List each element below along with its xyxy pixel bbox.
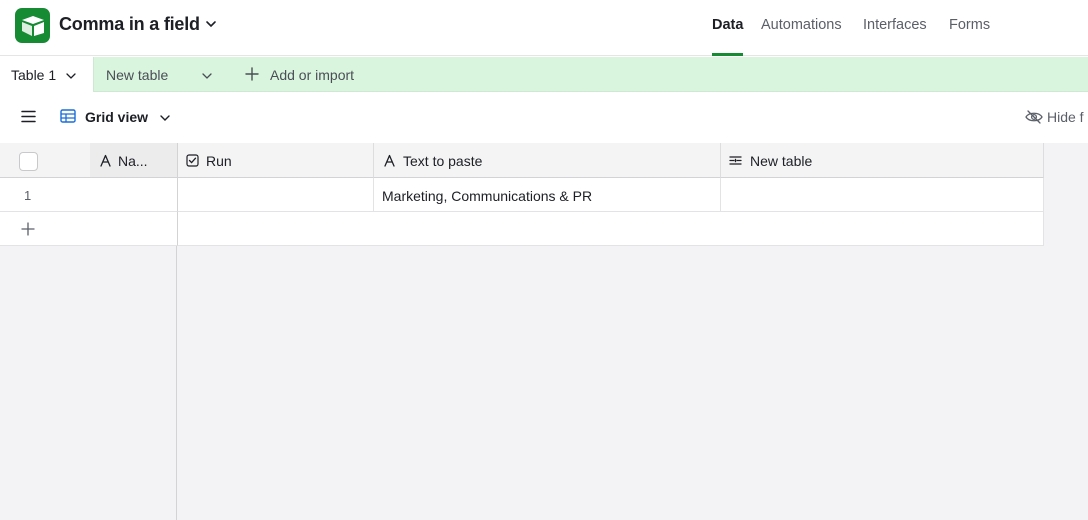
text-type-icon: [383, 154, 396, 167]
top-header: Comma in a field Data Automations Interf…: [0, 0, 1088, 56]
active-nav-indicator: [712, 53, 743, 56]
table-cell[interactable]: [178, 178, 374, 212]
hide-fields-button[interactable]: Hide f: [1047, 109, 1084, 125]
select-all-header: [0, 143, 90, 178]
plus-icon: [21, 222, 35, 236]
nav-data[interactable]: Data: [712, 17, 743, 33]
chevron-down-icon[interactable]: [159, 112, 171, 124]
column-header-label: Text to paste: [403, 153, 483, 169]
row-number-cell[interactable]: 1: [0, 178, 90, 212]
view-bar: Grid view Hide f: [0, 93, 1088, 143]
chevron-down-icon[interactable]: [65, 70, 77, 82]
table-cell[interactable]: Marketing, Communications & PR: [374, 178, 721, 212]
airtable-logo-icon[interactable]: [15, 8, 50, 43]
column-header-name[interactable]: Na...: [90, 143, 178, 178]
tab-new-table[interactable]: New table: [106, 67, 168, 83]
row-number: 1: [24, 188, 32, 203]
nav-interfaces[interactable]: Interfaces: [863, 17, 927, 33]
column-header-label: New table: [750, 153, 813, 169]
hamburger-menu-icon[interactable]: [21, 110, 36, 123]
chevron-down-icon[interactable]: [201, 70, 213, 82]
tab-label: Table 1: [11, 67, 57, 83]
plus-icon[interactable]: [245, 67, 259, 81]
column-header-run[interactable]: Run: [178, 143, 374, 178]
select-all-checkbox[interactable]: [19, 152, 38, 171]
checkbox-type-icon: [186, 154, 199, 167]
add-or-import-button[interactable]: Add or import: [270, 67, 354, 83]
grid-view-icon[interactable]: [60, 109, 76, 123]
eye-slash-icon[interactable]: [1025, 109, 1043, 125]
nav-forms[interactable]: Forms: [949, 17, 990, 33]
tab-table-1[interactable]: Table 1: [0, 57, 94, 92]
table-cell[interactable]: [90, 178, 178, 212]
view-name-button[interactable]: Grid view: [85, 109, 148, 125]
text-type-icon: [99, 154, 112, 167]
nav-automations[interactable]: Automations: [761, 17, 842, 33]
cell-value: Marketing, Communications & PR: [382, 188, 593, 204]
base-title[interactable]: Comma in a field: [59, 14, 200, 35]
add-record-button[interactable]: [0, 212, 178, 246]
table-tab-bar: Table 1 New table Add or import: [0, 57, 1088, 92]
column-header-text-to-paste[interactable]: Text to paste: [374, 143, 721, 178]
column-header-label: Run: [206, 153, 232, 169]
link-type-icon: [729, 154, 742, 167]
add-record-row[interactable]: [178, 212, 1044, 246]
table-cell[interactable]: [721, 178, 1044, 212]
column-header-new-table[interactable]: New table: [721, 143, 1044, 178]
column-header-label: Na...: [118, 153, 148, 169]
chevron-down-icon[interactable]: [204, 17, 218, 31]
